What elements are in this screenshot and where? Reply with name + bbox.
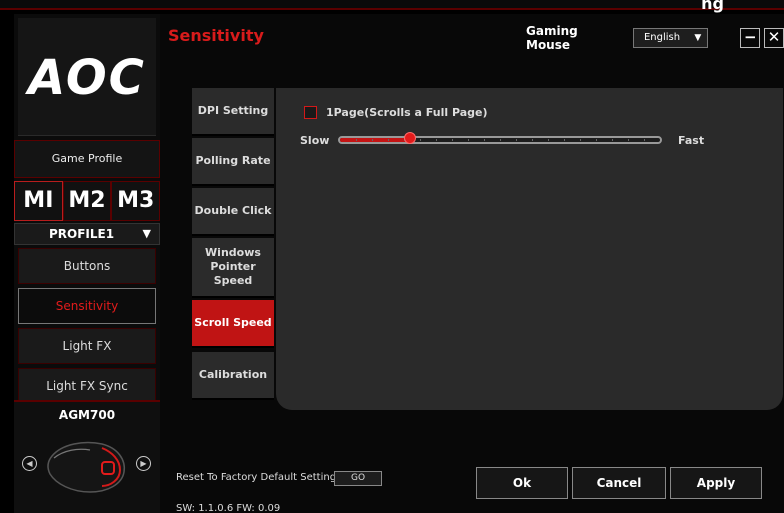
sidebar: AOC Game Profile Management MI M2 M3 PRO…: [14, 14, 161, 513]
slider-tick: [420, 139, 421, 141]
logo-box: AOC: [18, 18, 156, 136]
sidebar-item-light-fx[interactable]: Light FX: [18, 328, 156, 364]
profile-dropdown[interactable]: PROFILE1 ▼: [14, 223, 160, 245]
cancel-button[interactable]: Cancel: [572, 467, 666, 499]
mode-m1-button[interactable]: MI: [14, 181, 63, 221]
header-controls: Gaming Mouse English ▼ − ✕: [526, 24, 784, 52]
slider-fill: [340, 138, 410, 142]
device-panel: AGM700 ◀ ▶: [14, 400, 160, 513]
title-bar: ng: [0, 0, 784, 13]
tab-dpi-setting[interactable]: DPI Setting: [192, 88, 274, 136]
scroll-speed-slider[interactable]: [338, 136, 662, 144]
slider-tick: [468, 139, 469, 141]
prev-device-icon[interactable]: ◀: [22, 456, 37, 471]
minimize-button[interactable]: −: [740, 28, 761, 48]
next-device-icon[interactable]: ▶: [136, 456, 151, 471]
slider-thumb[interactable]: [404, 132, 416, 144]
game-profile-management-button[interactable]: Game Profile Management: [14, 140, 160, 201]
slider-tick: [596, 139, 597, 141]
title-fragment: ng: [701, 0, 724, 13]
reset-label: Reset To Factory Default Settings: [176, 472, 342, 483]
slider-tick: [644, 139, 645, 141]
tab-scroll-speed[interactable]: Scroll Speed: [192, 300, 274, 348]
slider-tick: [388, 139, 389, 141]
mode-selector: MI M2 M3: [14, 181, 161, 221]
version-label: SW: 1.1.0.6 FW: 0.09: [176, 503, 281, 513]
slider-tick: [532, 139, 533, 141]
language-dropdown[interactable]: English ▼: [632, 28, 709, 48]
mouse-image: [47, 441, 126, 493]
device-name: AGM700: [58, 408, 116, 422]
slider-tick: [516, 139, 517, 141]
slider-tick: [612, 139, 613, 141]
tab-calibration[interactable]: Calibration: [192, 352, 274, 400]
reset-go-button[interactable]: GO: [334, 471, 382, 486]
scroll-speed-panel: 1Page(Scrolls a Full Page) Slow Fast: [276, 88, 783, 410]
slider-tick: [484, 139, 485, 141]
tab-windows-pointer-speed[interactable]: Windows Pointer Speed: [192, 238, 274, 298]
slider-tick: [500, 139, 501, 141]
sidebar-item-sensitivity[interactable]: Sensitivity: [18, 288, 156, 324]
tab-polling-rate[interactable]: Polling Rate: [192, 138, 274, 186]
slider-tick: [564, 139, 565, 141]
language-value: English: [643, 32, 681, 43]
slider-tick: [452, 139, 453, 141]
slider-tick: [436, 139, 437, 141]
page-scroll-checkbox[interactable]: [304, 106, 317, 119]
slider-tick: [356, 139, 357, 141]
page-scroll-label: 1Page(Scrolls a Full Page): [326, 106, 488, 119]
close-button[interactable]: ✕: [764, 28, 784, 48]
chevron-down-icon: ▼: [142, 227, 151, 240]
chevron-down-icon: ▼: [694, 33, 702, 43]
slider-tick: [580, 139, 581, 141]
tab-double-click[interactable]: Double Click: [192, 188, 274, 236]
slider-tick: [628, 139, 629, 141]
page-title: Sensitivity: [168, 26, 264, 45]
fast-label: Fast: [678, 134, 705, 147]
slider-tick: [548, 139, 549, 141]
ok-button[interactable]: Ok: [476, 467, 568, 499]
slow-label: Slow: [300, 134, 330, 147]
sidebar-item-light-fx-sync[interactable]: Light FX Sync: [18, 368, 156, 404]
product-label: Gaming Mouse: [526, 24, 578, 52]
apply-button[interactable]: Apply: [670, 467, 762, 499]
mode-m3-button[interactable]: M3: [111, 181, 161, 221]
sidebar-item-buttons[interactable]: Buttons: [18, 248, 156, 284]
profile-value: PROFILE1: [49, 227, 115, 241]
mode-m2-button[interactable]: M2: [62, 181, 112, 221]
main-panel: Sensitivity Gaming Mouse English ▼ − ✕ D…: [160, 14, 784, 513]
slider-tick: [372, 139, 373, 141]
aoc-logo: AOC: [28, 50, 146, 106]
